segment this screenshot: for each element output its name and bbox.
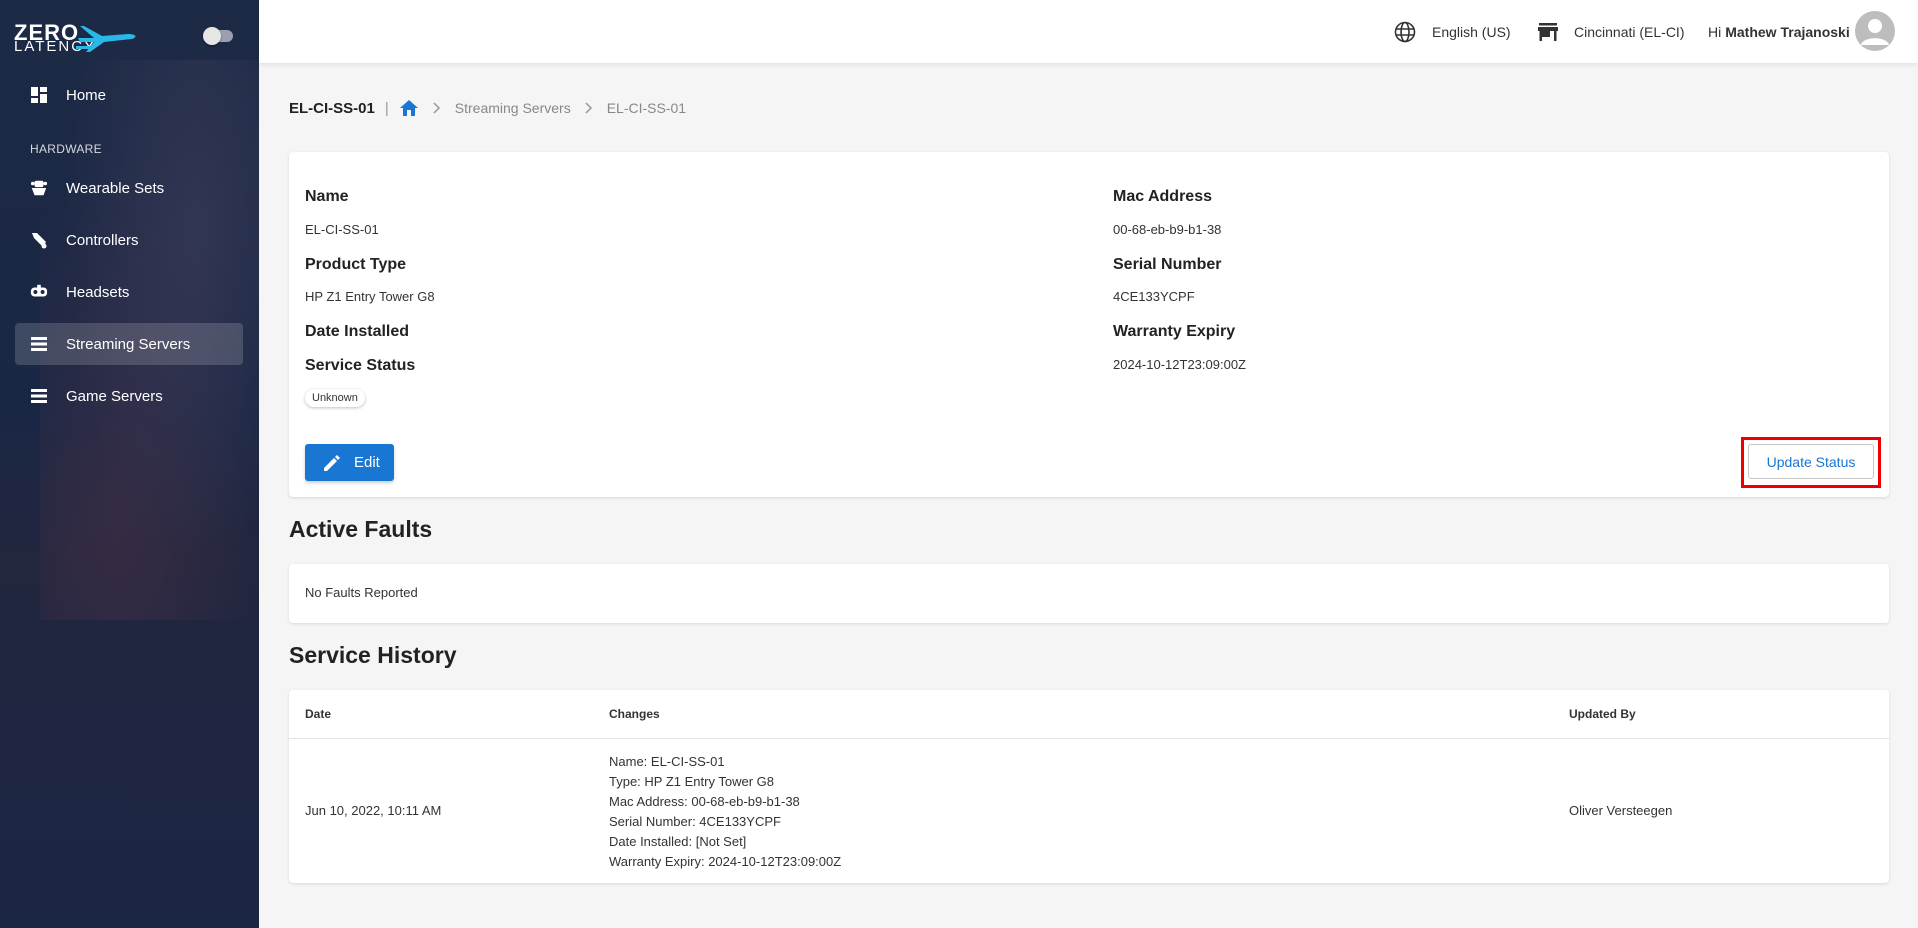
- service-history-title: Service History: [289, 642, 457, 668]
- globe-icon: [1394, 21, 1416, 42]
- theme-toggle[interactable]: [203, 27, 233, 45]
- language-selector[interactable]: English (US): [1394, 0, 1511, 63]
- chevron-right-icon: [433, 102, 441, 114]
- headset-icon: [30, 283, 48, 301]
- mac-address-value: 00-68-eb-b9-b1-38: [1113, 222, 1222, 237]
- greeting-text: Hi: [1708, 23, 1722, 40]
- history-row-changes: Name: EL-CI-SS-01 Type: HP Z1 Entry Towe…: [609, 752, 841, 872]
- change-line: Name: EL-CI-SS-01: [609, 754, 725, 769]
- service-history-table: [289, 690, 1889, 883]
- controller-icon: [30, 231, 48, 249]
- plane-icon: [76, 26, 136, 52]
- sidebar-item-game-servers[interactable]: Game Servers: [15, 375, 243, 417]
- breadcrumb-streaming-servers[interactable]: Streaming Servers: [455, 100, 571, 116]
- pencil-icon: [324, 454, 340, 471]
- name-label: Name: [305, 188, 349, 205]
- edit-button-label: Edit: [354, 454, 380, 471]
- sidebar-item-label: Home: [66, 86, 107, 104]
- active-faults-title: Active Faults: [289, 516, 433, 542]
- sidebar-section-hardware: HARDWARE: [30, 142, 102, 156]
- history-row-date: Jun 10, 2022, 10:11 AM: [305, 803, 442, 818]
- column-header-date[interactable]: Date: [305, 707, 331, 721]
- details-card: [289, 152, 1889, 497]
- column-header-updated-by[interactable]: Updated By: [1569, 707, 1636, 721]
- change-line: Date Installed: [Not Set]: [609, 834, 747, 849]
- sidebar-item-label: Controllers: [66, 231, 139, 249]
- top-header: English (US) Cincinnati (EL-CI) Hi Mathe…: [259, 0, 1918, 63]
- sidebar-item-label: Streaming Servers: [66, 335, 191, 353]
- mac-address-label: Mac Address: [1113, 188, 1212, 205]
- serial-number-value: 4CE133YCPF: [1113, 289, 1195, 304]
- sidebar-item-controllers[interactable]: Controllers: [15, 219, 243, 261]
- change-line: Type: HP Z1 Entry Tower G8: [609, 774, 774, 789]
- sidebar: ZERO LATENCY Home HARDWARE Wearable Sets…: [0, 0, 259, 928]
- sidebar-item-label: Headsets: [66, 283, 130, 301]
- warranty-expiry-label: Warranty Expiry: [1113, 323, 1236, 340]
- sidebar-item-headsets[interactable]: Headsets: [15, 271, 243, 313]
- edit-button[interactable]: Edit: [305, 444, 394, 481]
- location-selector[interactable]: Cincinnati (EL-CI): [1538, 0, 1684, 63]
- update-status-button[interactable]: Update Status: [1748, 444, 1874, 479]
- breadcrumb: EL-CI-SS-01 | Streaming Servers EL-CI-SS…: [289, 96, 686, 120]
- no-faults-text: No Faults Reported: [305, 585, 418, 600]
- user-icon: [1861, 19, 1889, 45]
- change-line: Mac Address: 00-68-eb-b9-b1-38: [609, 794, 800, 809]
- breadcrumb-divider: |: [384, 99, 389, 117]
- service-status-label: Service Status: [305, 357, 416, 374]
- breadcrumb-current: EL-CI-SS-01: [606, 100, 687, 116]
- date-installed-label: Date Installed: [305, 323, 410, 340]
- zero-latency-logo[interactable]: ZERO LATENCY: [14, 20, 140, 56]
- language-label: English (US): [1432, 23, 1511, 40]
- change-line: Warranty Expiry: 2024-10-12T23:09:00Z: [609, 854, 842, 869]
- warranty-expiry-value: 2024-10-12T23:09:00Z: [1113, 357, 1246, 372]
- status-badge: Unknown: [305, 389, 365, 407]
- wearable-icon: [30, 179, 48, 197]
- change-line: Serial Number: 4CE133YCPF: [609, 814, 781, 829]
- user-greeting: Hi Mathew Trajanoski: [1708, 0, 1850, 63]
- sidebar-item-streaming-servers[interactable]: Streaming Servers: [15, 323, 243, 365]
- sidebar-item-label: Wearable Sets: [66, 179, 165, 197]
- location-label: Cincinnati (EL-CI): [1574, 23, 1685, 40]
- chevron-right-icon: [585, 102, 593, 114]
- user-name: Mathew Trajanoski: [1725, 23, 1850, 40]
- column-header-changes[interactable]: Changes: [609, 707, 660, 721]
- page-title: EL-CI-SS-01: [289, 99, 375, 117]
- serial-number-label: Serial Number: [1113, 256, 1222, 273]
- product-type-label: Product Type: [305, 256, 407, 273]
- history-row-updated-by: Oliver Versteegen: [1569, 803, 1673, 818]
- home-icon[interactable]: [399, 99, 419, 117]
- avatar[interactable]: [1855, 11, 1895, 51]
- store-icon: [1538, 22, 1558, 41]
- dashboard-icon: [30, 86, 48, 104]
- active-faults-card: No Faults Reported: [289, 564, 1889, 623]
- sidebar-item-home[interactable]: Home: [15, 74, 243, 116]
- product-type-value: HP Z1 Entry Tower G8: [305, 289, 435, 304]
- table-divider: [289, 738, 1889, 739]
- sidebar-item-label: Game Servers: [66, 387, 163, 405]
- sidebar-item-wearable-sets[interactable]: Wearable Sets: [15, 167, 243, 209]
- server-icon: [30, 387, 48, 405]
- server-icon: [30, 335, 48, 353]
- toggle-knob: [203, 27, 221, 45]
- name-value: EL-CI-SS-01: [305, 222, 379, 237]
